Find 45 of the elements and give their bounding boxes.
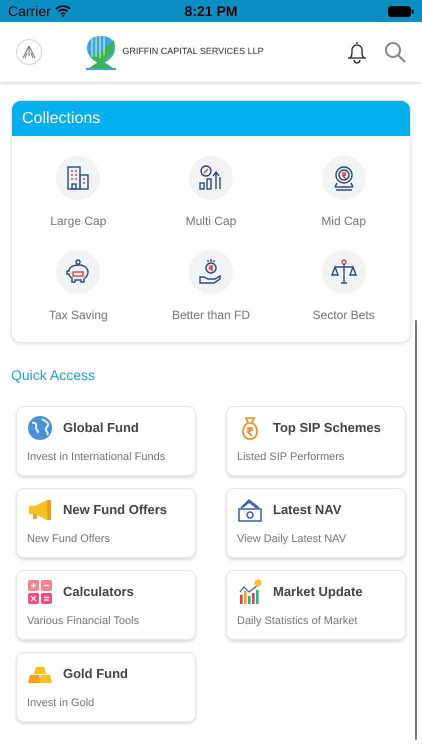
quick-access-card[interactable]: Market Update Daily Statistics of Market: [226, 570, 406, 640]
card-title: Gold Fund: [63, 665, 128, 684]
profile-button[interactable]: [16, 39, 42, 65]
banknotes-icon: [237, 497, 263, 523]
section-title: Quick Access: [11, 366, 96, 385]
quick-access-card[interactable]: New Fund Offers New Fund Offers: [16, 488, 196, 558]
quick-access-card[interactable]: Top SIP Schemes Listed SIP Performers: [226, 406, 406, 476]
card-title: Market Update: [273, 583, 363, 602]
card-subtitle: Various Financial Tools: [27, 614, 140, 629]
quick-access-card[interactable]: Latest NAV View Daily Latest NAV: [226, 488, 406, 558]
card-subtitle: Daily Statistics of Market: [237, 614, 358, 629]
collection-item[interactable]: Mid Cap: [277, 156, 410, 230]
brand-name: GRIFFIN CAPITAL SERVICES LLP: [122, 45, 264, 58]
collection-item[interactable]: Large Cap: [12, 156, 145, 230]
card-title: Top SIP Schemes: [273, 419, 381, 438]
quick-access-card[interactable]: Global Fund Invest in International Funds: [16, 406, 196, 476]
collection-item[interactable]: Tax Saving: [12, 250, 145, 324]
card-subtitle: View Daily Latest NAV: [237, 532, 346, 547]
card-subtitle: Invest in International Funds: [27, 450, 166, 465]
megaphone-icon: [27, 497, 53, 523]
collection-item[interactable]: Multi Cap: [144, 156, 278, 230]
carrier-label: Carrier: [8, 2, 51, 20]
collection-item[interactable]: Better than FD: [144, 250, 278, 324]
quick-access-card[interactable]: Gold Fund Invest in Gold: [16, 652, 196, 722]
card-title: Latest NAV: [273, 501, 342, 520]
card-subtitle: Listed SIP Performers: [237, 450, 344, 465]
wifi-icon: [54, 5, 71, 17]
card-subtitle: Invest in Gold: [27, 696, 94, 711]
clock: 8:21 PM: [184, 2, 238, 20]
search-button[interactable]: [384, 41, 406, 63]
battery-icon: [388, 6, 414, 16]
globe-icon: [27, 415, 53, 441]
bell-icon: [346, 40, 368, 64]
card-title: Calculators: [63, 583, 134, 602]
card-title: Collections: [22, 108, 100, 128]
calculator-icon: [27, 579, 53, 605]
collection-item[interactable]: Sector Bets: [277, 250, 410, 324]
logo-icon: [84, 34, 118, 70]
bar-chart-icon: [237, 579, 263, 605]
search-icon: [384, 41, 406, 63]
notifications-button[interactable]: [346, 40, 368, 64]
card-subtitle: New Fund Offers: [27, 532, 110, 547]
card-title: New Fund Offers: [63, 501, 168, 520]
card-title: Global Fund: [63, 419, 139, 438]
quick-access-card[interactable]: Calculators Various Financial Tools: [16, 570, 196, 640]
